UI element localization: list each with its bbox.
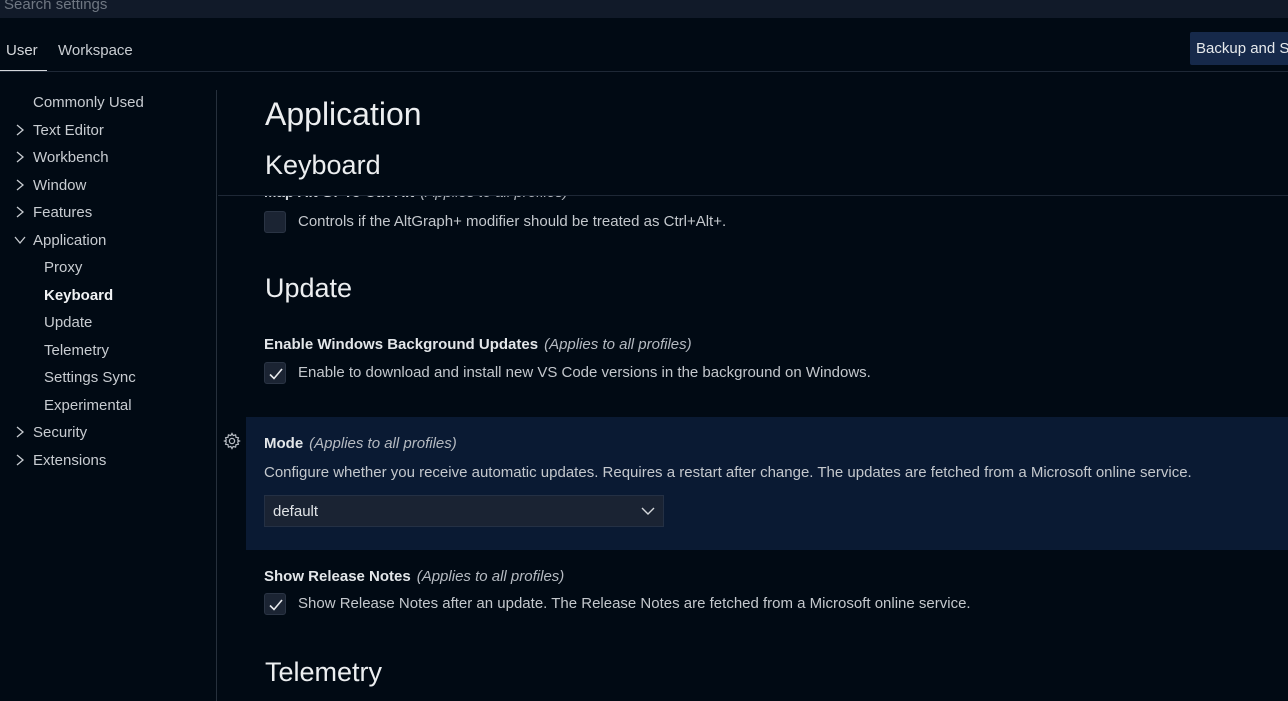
setting-description: Controls if the AltGraph+ modifier shoul…	[298, 213, 727, 230]
setting-scope: (Applies to all profiles)	[309, 435, 457, 452]
section-title-telemetry: Telemetry	[265, 657, 383, 687]
toc-item-label: Window	[33, 177, 87, 194]
release-notes-checkbox[interactable]	[264, 593, 286, 615]
settings-editor: User Workspace Backup and Sync Settings …	[0, 0, 1288, 701]
toc-item-label: Application	[33, 232, 107, 249]
select-value: default	[273, 503, 319, 520]
search-bar	[0, 0, 1288, 18]
sticky-section-header: Keyboard	[218, 144, 1288, 196]
toc-item-label: Security	[33, 424, 88, 441]
toc-item-label: Text Editor	[33, 122, 104, 139]
chevron-right-icon	[16, 206, 25, 218]
chevron-right-icon	[16, 454, 25, 466]
chevron-right-icon	[16, 151, 25, 163]
check-icon	[269, 599, 283, 611]
chevron-right-icon	[16, 179, 25, 191]
setting-description: Show Release Notes after an update. The …	[298, 595, 971, 612]
altgr-checkbox[interactable]	[264, 211, 286, 233]
toc-item-label: Proxy	[44, 259, 83, 276]
chevron-down-icon	[641, 507, 655, 515]
background-updates-checkbox[interactable]	[264, 362, 286, 384]
settings-tabs: User Workspace Backup and Sync Settings	[0, 18, 1288, 72]
chevron-right-icon	[16, 124, 25, 136]
toc-item-label: Extensions	[33, 452, 107, 469]
toc-item-label: Keyboard	[44, 287, 114, 304]
toc-item-label: Update	[44, 314, 93, 331]
tab-user[interactable]: User	[6, 42, 38, 59]
chevron-down-icon	[14, 236, 26, 245]
setting-title-text: Enable Windows Background Updates	[264, 336, 539, 353]
setting-title-text: Mode	[264, 435, 304, 452]
section-title-keyboard: Keyboard	[265, 150, 381, 180]
toc-item-label: Settings Sync	[44, 369, 136, 386]
toc-item-label: Experimental	[44, 397, 132, 414]
setting-description: Configure whether you receive automatic …	[264, 464, 1192, 481]
setting-title-background-updates: Enable Windows Background Updates (Applie…	[264, 336, 692, 353]
category-title: Application	[265, 96, 422, 132]
chevron-right-icon	[16, 426, 25, 438]
active-tab-indicator	[0, 70, 47, 71]
backup-and-sync-button[interactable]: Backup and Sync Settings	[1190, 32, 1288, 65]
toc-item-label: Commonly Used	[33, 94, 144, 111]
toc-item-label: Features	[33, 204, 93, 221]
toc-divider[interactable]	[216, 90, 217, 701]
toc-item-label: Telemetry	[44, 342, 110, 359]
search-input[interactable]	[4, 0, 1204, 14]
setting-title-text: Show Release Notes	[264, 568, 411, 585]
setting-scope: (Applies to all profiles)	[544, 336, 692, 353]
check-icon	[269, 368, 283, 380]
setting-description: Enable to download and install new VS Co…	[298, 364, 871, 381]
settings-content: Application Keyboard Map Alt Gr To Ctrl …	[218, 72, 1288, 701]
tab-workspace[interactable]: Workspace	[58, 42, 133, 59]
toc-item-label: Workbench	[33, 149, 109, 166]
setting-scope: (Applies to all profiles)	[416, 568, 565, 585]
update-mode-select[interactable]: default	[264, 495, 664, 527]
setting-title-mode: Mode (Applies to all profiles)	[264, 435, 457, 452]
section-title-update: Update	[265, 273, 353, 303]
settings-toc: Commonly Used Text Editor Workbench Wind…	[0, 90, 216, 701]
gear-icon[interactable]	[223, 432, 241, 450]
setting-title-release-notes: Show Release Notes (Applies to all profil…	[264, 568, 564, 585]
